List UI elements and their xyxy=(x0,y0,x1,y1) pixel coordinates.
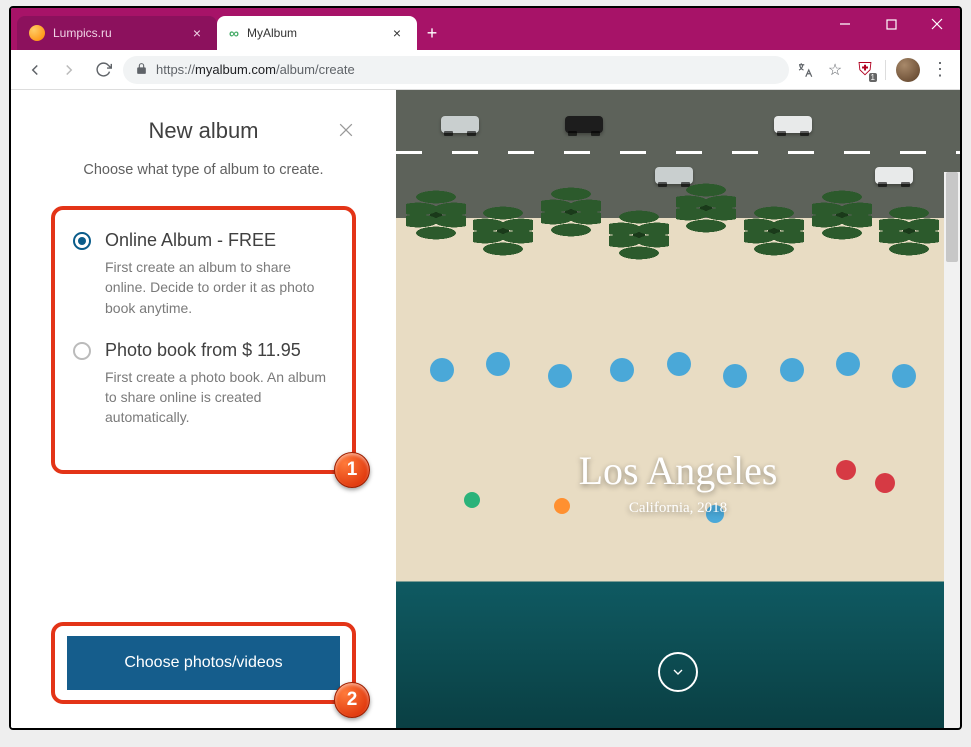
new-tab-button[interactable]: + xyxy=(417,16,447,50)
profile-avatar[interactable] xyxy=(896,58,920,82)
ublock-badge: 1 xyxy=(869,73,877,82)
option-desc: First create an album to share online. D… xyxy=(105,257,334,318)
forward-button[interactable] xyxy=(55,56,83,84)
radio-unselected[interactable] xyxy=(73,342,91,360)
umbrella xyxy=(610,358,634,382)
page-content: New album Choose what type of album to c… xyxy=(11,90,960,728)
minimize-button[interactable] xyxy=(822,8,868,40)
extensions-area: ☆ ⛨1 ⋮ xyxy=(795,58,950,82)
album-preview: Los Angeles California, 2018 xyxy=(396,90,960,728)
cta-wrap: Choose photos/videos 2 xyxy=(51,622,356,704)
annotation-badge-1: 1 xyxy=(334,452,370,488)
hero-text: Los Angeles California, 2018 xyxy=(396,447,960,517)
album-type-options: Online Album - FREE First create an albu… xyxy=(51,206,356,474)
palms xyxy=(396,179,960,370)
titlebar: Lumpics.ru × ∞ MyAlbum × + xyxy=(11,8,960,50)
umbrella xyxy=(548,364,572,388)
option-title: Photo book from $ 11.95 xyxy=(105,340,334,361)
url-field[interactable]: https://myalbum.com/album/create xyxy=(123,56,789,84)
ublock-icon[interactable]: ⛨1 xyxy=(855,60,875,80)
annotation-badge-2: 2 xyxy=(334,682,370,718)
umbrella xyxy=(667,352,691,376)
hero-title: Los Angeles xyxy=(396,447,960,494)
favicon-lumpics xyxy=(29,25,45,41)
panel-header: New album xyxy=(51,118,356,144)
umbrella xyxy=(892,364,916,388)
divider xyxy=(885,60,886,80)
tab-title: MyAlbum xyxy=(247,26,389,40)
tab-title: Lumpics.ru xyxy=(53,26,189,40)
tab-lumpics[interactable]: Lumpics.ru × xyxy=(17,16,217,50)
option-photo-book[interactable]: Photo book from $ 11.95 First create a p… xyxy=(73,340,334,428)
panel-subtitle: Choose what type of album to create. xyxy=(51,162,356,178)
car xyxy=(441,116,479,133)
tab-close-icon[interactable]: × xyxy=(189,25,205,41)
tab-close-icon[interactable]: × xyxy=(389,25,405,41)
close-button[interactable] xyxy=(914,8,960,40)
url-text: https://myalbum.com/album/create xyxy=(156,62,355,77)
scrollbar-thumb[interactable] xyxy=(946,172,958,262)
car xyxy=(565,116,603,133)
maximize-button[interactable] xyxy=(868,8,914,40)
panel-title: New album xyxy=(148,118,258,144)
favicon-myalbum: ∞ xyxy=(229,25,239,41)
browser-window: Lumpics.ru × ∞ MyAlbum × + https://myalb… xyxy=(9,6,962,730)
beach-scene xyxy=(396,90,960,728)
translate-icon[interactable] xyxy=(795,60,815,80)
address-bar: https://myalbum.com/album/create ☆ ⛨1 ⋮ xyxy=(11,50,960,90)
option-title: Online Album - FREE xyxy=(105,230,334,251)
scrollbar[interactable] xyxy=(944,172,960,728)
option-desc: First create a photo book. An album to s… xyxy=(105,367,334,428)
new-album-panel: New album Choose what type of album to c… xyxy=(11,90,396,728)
back-button[interactable] xyxy=(21,56,49,84)
umbrella xyxy=(430,358,454,382)
reload-button[interactable] xyxy=(89,56,117,84)
lock-icon xyxy=(135,62,148,78)
radio-selected[interactable] xyxy=(73,232,91,250)
scroll-down-button[interactable] xyxy=(658,652,698,692)
umbrella xyxy=(780,358,804,382)
umbrella xyxy=(723,364,747,388)
tab-myalbum[interactable]: ∞ MyAlbum × xyxy=(217,16,417,50)
option-online-album[interactable]: Online Album - FREE First create an albu… xyxy=(73,230,334,318)
car xyxy=(774,116,812,133)
star-icon[interactable]: ☆ xyxy=(825,60,845,80)
hero-subtitle: California, 2018 xyxy=(396,500,960,517)
panel-close-icon[interactable] xyxy=(336,120,356,145)
choose-photos-button[interactable]: Choose photos/videos xyxy=(67,636,340,690)
umbrella xyxy=(836,352,860,376)
menu-button[interactable]: ⋮ xyxy=(930,60,950,80)
window-controls xyxy=(822,8,960,50)
umbrella xyxy=(486,352,510,376)
